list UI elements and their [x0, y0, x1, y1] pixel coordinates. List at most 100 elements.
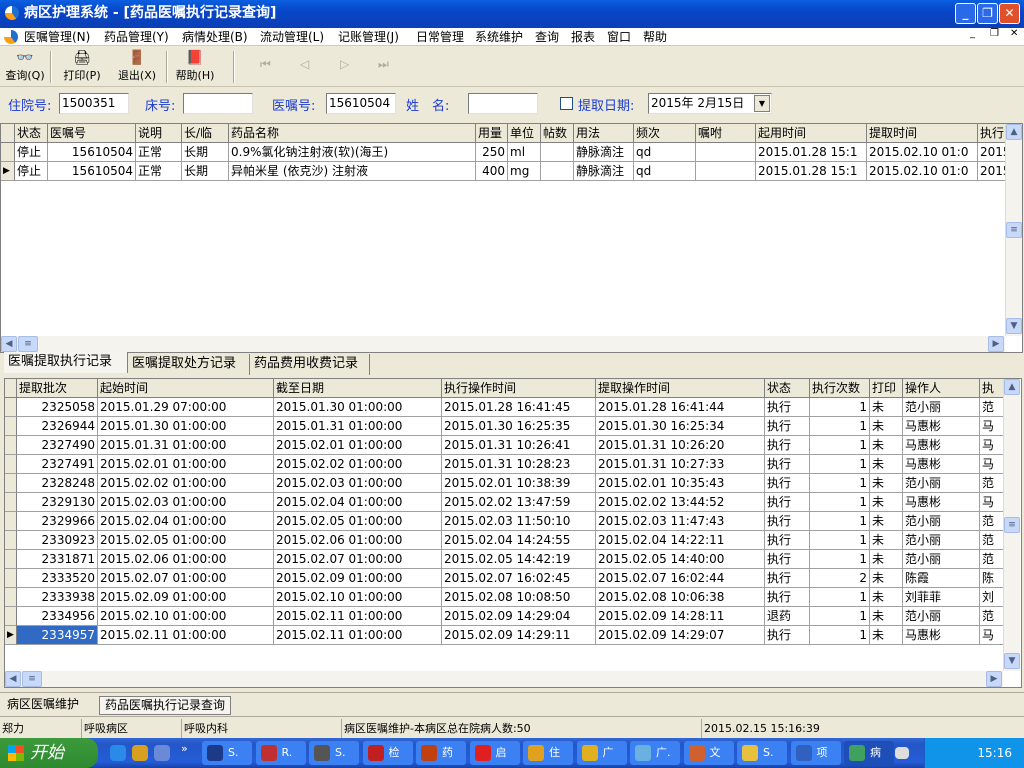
order-input[interactable]: 15610504: [326, 93, 396, 114]
cell[interactable]: 未: [870, 531, 903, 550]
record-row[interactable]: 2327491 2015.02.01 01:00:00 2015.02.02 01:…: [5, 455, 1009, 474]
admission-input[interactable]: 1500351: [59, 93, 129, 114]
cell[interactable]: 2326944: [17, 417, 98, 436]
cell[interactable]: 2: [810, 569, 870, 588]
cell[interactable]: 2331871: [17, 550, 98, 569]
cell[interactable]: 正常: [136, 162, 182, 181]
cell[interactable]: 马惠彬: [903, 455, 980, 474]
keyboard-icon[interactable]: [895, 747, 909, 759]
scroll-thumb[interactable]: ≡: [22, 671, 42, 687]
column-header[interactable]: 打印: [870, 379, 903, 398]
taskbar-task[interactable]: 文: [683, 741, 734, 765]
record-row[interactable]: ▶ 2334957 2015.02.11 01:00:00 2015.02.11 01…: [5, 626, 1009, 645]
row-indicator[interactable]: [1, 143, 15, 162]
row-indicator[interactable]: [5, 588, 17, 607]
cell[interactable]: 1: [810, 550, 870, 569]
tab-2[interactable]: 药品费用收费记录: [250, 354, 370, 375]
cell[interactable]: 2015.02.03 01:00:00: [274, 474, 442, 493]
taskbar-task[interactable]: 药: [416, 741, 466, 765]
cell[interactable]: 1: [810, 493, 870, 512]
row-indicator[interactable]: [5, 607, 17, 626]
menu-item[interactable]: 系统维护: [475, 28, 523, 46]
column-header[interactable]: 起始时间: [98, 379, 274, 398]
cell[interactable]: 刘菲菲: [903, 588, 980, 607]
cell[interactable]: 2015.02.09 14:29:04: [442, 607, 596, 626]
records-vertical-scrollbar[interactable]: ▲ ≡ ▼: [1003, 379, 1020, 671]
column-header[interactable]: 单位: [508, 124, 541, 143]
cell[interactable]: 2015.02.10 01:0: [867, 162, 978, 181]
cell[interactable]: 2015.01.30 16:25:34: [596, 417, 765, 436]
scroll-left-icon[interactable]: ◀: [5, 671, 21, 687]
cell[interactable]: 2015.02.02 13:44:52: [596, 493, 765, 512]
cell[interactable]: qd: [634, 143, 696, 162]
cell[interactable]: 未: [870, 436, 903, 455]
cell[interactable]: 正常: [136, 143, 182, 162]
row-indicator[interactable]: [5, 417, 17, 436]
start-button[interactable]: 开始: [0, 738, 98, 768]
cell[interactable]: 2327490: [17, 436, 98, 455]
cell[interactable]: 陈霞: [903, 569, 980, 588]
column-header[interactable]: 频次: [634, 124, 696, 143]
taskbar-task[interactable]: 检: [362, 741, 413, 765]
minimize-button[interactable]: _: [955, 3, 976, 24]
cell[interactable]: [541, 162, 574, 181]
row-indicator[interactable]: [5, 398, 17, 417]
scroll-left-icon[interactable]: ◀: [1, 336, 17, 352]
row-indicator[interactable]: [5, 550, 17, 569]
taskbar-task[interactable]: S.: [309, 741, 359, 765]
cell[interactable]: 停止: [15, 162, 48, 181]
cell[interactable]: 2015.01.30 16:25:35: [442, 417, 596, 436]
cell[interactable]: 执行: [765, 398, 810, 417]
cell[interactable]: 停止: [15, 143, 48, 162]
cell[interactable]: 范: [980, 398, 1004, 417]
orders-horizontal-scrollbar[interactable]: ◀ ≡ ▶: [1, 336, 1005, 352]
taskbar-task[interactable]: 启: [469, 741, 520, 765]
taskbar-task[interactable]: R.: [255, 741, 306, 765]
cell[interactable]: ml: [508, 143, 541, 162]
column-header[interactable]: 执行: [978, 124, 1006, 143]
record-row[interactable]: 2327490 2015.01.31 01:00:00 2015.02.01 01:…: [5, 436, 1009, 455]
column-header[interactable]: 长/临: [182, 124, 229, 143]
cell[interactable]: 2015: [978, 162, 1006, 181]
cell[interactable]: 2015.02.09 14:29:11: [442, 626, 596, 645]
cell[interactable]: 2334957: [17, 626, 98, 645]
column-header[interactable]: 用量: [476, 124, 508, 143]
cell[interactable]: 1: [810, 607, 870, 626]
cell[interactable]: 15610504: [48, 143, 136, 162]
scroll-thumb[interactable]: ≡: [18, 336, 38, 352]
column-header[interactable]: 提取操作时间: [596, 379, 765, 398]
cell[interactable]: 2015.02.04 14:22:11: [596, 531, 765, 550]
column-header[interactable]: 起用时间: [756, 124, 867, 143]
cell[interactable]: 1: [810, 398, 870, 417]
cell[interactable]: 1: [810, 531, 870, 550]
cell[interactable]: 执行: [765, 455, 810, 474]
column-header[interactable]: 说明: [136, 124, 182, 143]
taskbar-task[interactable]: 广.: [630, 741, 680, 765]
column-header[interactable]: 截至日期: [274, 379, 442, 398]
taskbar-task[interactable]: 广: [576, 741, 627, 765]
bed-input[interactable]: [183, 93, 253, 114]
order-row[interactable]: 停止 15610504 正常 长期 0.9%氯化钠注射液(软)(海王) 250 ml 静脉滴注…: [1, 143, 1006, 162]
cell[interactable]: 执行: [765, 493, 810, 512]
menu-item[interactable]: 日常管理: [416, 28, 464, 46]
cell[interactable]: 15610504: [48, 162, 136, 181]
cell[interactable]: 2015.02.10 01:00:00: [98, 607, 274, 626]
help-button[interactable]: 📕 帮助(H): [172, 49, 218, 83]
row-indicator[interactable]: [1, 124, 15, 143]
cell[interactable]: 2015.02.02 13:47:59: [442, 493, 596, 512]
cell[interactable]: 2015.02.05 14:42:19: [442, 550, 596, 569]
cell[interactable]: 2015.02.11 01:00:00: [98, 626, 274, 645]
row-pointer-icon[interactable]: ▶: [1, 162, 15, 181]
cell[interactable]: 未: [870, 626, 903, 645]
cell[interactable]: 2015.02.03 01:00:00: [98, 493, 274, 512]
record-row[interactable]: 2334956 2015.02.10 01:00:00 2015.02.11 01:…: [5, 607, 1009, 626]
window-tab-execution-query[interactable]: 药品医嘱执行记录查询: [99, 696, 232, 715]
cell[interactable]: 2015.02.10 01:0: [867, 143, 978, 162]
mdi-minimize-button[interactable]: _: [970, 28, 975, 39]
taskbar-task[interactable]: S.: [737, 741, 787, 765]
cell[interactable]: 2015.02.06 01:00:00: [274, 531, 442, 550]
cell[interactable]: 2015.02.01 10:38:39: [442, 474, 596, 493]
column-header[interactable]: 操作人: [903, 379, 980, 398]
row-indicator[interactable]: [5, 379, 17, 398]
menu-item[interactable]: 帮助: [643, 28, 667, 46]
